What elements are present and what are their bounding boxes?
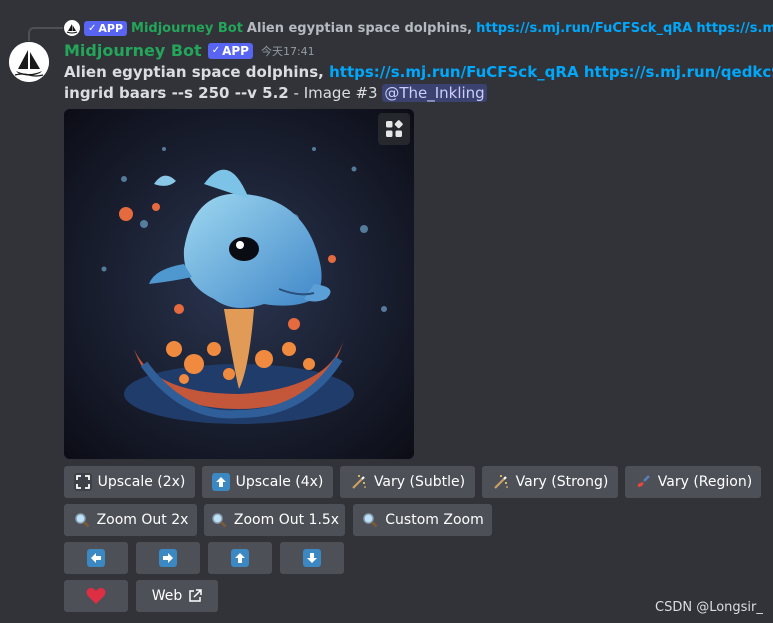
watermark: CSDN @Longsir_ — [655, 600, 763, 615]
vary-subtle-label: Vary (Subtle) — [373, 474, 466, 490]
message-content: Alien egyptian space dolphins, https://s… — [64, 62, 773, 104]
zoom-out-2x-button[interactable]: Zoom Out 2x — [64, 504, 197, 536]
web-link-button[interactable]: Web — [136, 580, 218, 612]
upscale-4x-label: Upscale (4x) — [235, 474, 324, 490]
upscale-4x-button[interactable]: Upscale (4x) — [202, 466, 333, 498]
message-header: Midjourney Bot ✓ APP 今天17:41 — [64, 41, 315, 60]
reply-avatar — [64, 20, 80, 36]
vary-strong-label: Vary (Strong) — [515, 474, 609, 490]
pan-up-button[interactable] — [208, 542, 272, 574]
zoom-out-1-5x-button[interactable]: Zoom Out 1.5x — [204, 504, 345, 536]
reply-app-badge: ✓ APP — [84, 20, 128, 36]
down-arrow-icon — [303, 549, 321, 567]
image-index: - Image #3 — [288, 84, 383, 102]
up-arrow-icon — [231, 549, 249, 567]
vary-region-button[interactable]: Vary (Region) — [625, 466, 761, 498]
magnifier-icon — [73, 511, 91, 529]
magnifier-icon — [361, 511, 379, 529]
upscale-2x-label: Upscale (2x) — [97, 474, 186, 490]
custom-zoom-button[interactable]: Custom Zoom — [353, 504, 492, 536]
reply-bot-name[interactable]: Midjourney Bot — [131, 21, 243, 36]
paintbrush-icon — [634, 473, 652, 491]
app-launcher-icon — [386, 120, 403, 137]
message-line-2: ingrid baars --s 250 --v 5.2 - Image #3 … — [64, 83, 773, 104]
vary-strong-button[interactable]: Vary (Strong) — [482, 466, 618, 498]
magnifier-icon — [210, 511, 228, 529]
expand-corners-icon — [73, 473, 92, 491]
favorite-button[interactable] — [64, 580, 128, 612]
zoom-out-1-5x-label: Zoom Out 1.5x — [233, 512, 340, 528]
image-context-button[interactable] — [378, 113, 410, 145]
custom-zoom-label: Custom Zoom — [385, 512, 484, 528]
message-line-1: Alien egyptian space dolphins, https://s… — [64, 62, 773, 83]
bot-avatar[interactable] — [9, 42, 49, 82]
reply-content: Alien egyptian space dolphins, — [246, 20, 473, 36]
sailboat-logo-icon — [9, 42, 49, 82]
external-link-icon — [189, 589, 203, 602]
reply-link-1[interactable]: https://s.mj.run/FuCFSck_qRA — [476, 21, 692, 36]
magic-wand-icon — [350, 473, 368, 491]
reply-preview[interactable]: ✓ APP Midjourney Bot Alien egyptian space… — [64, 18, 773, 38]
left-arrow-icon — [87, 549, 105, 567]
heart-icon — [86, 587, 106, 604]
pan-right-button[interactable] — [136, 542, 200, 574]
prompt-text: Alien egyptian space dolphins, — [64, 63, 324, 81]
prompt-link-1[interactable]: https://s.mj.run/FuCFSck_qRA — [329, 63, 578, 81]
dolphin-artwork — [64, 109, 414, 459]
magic-wand-icon — [492, 473, 510, 491]
prompt-params: ingrid baars --s 250 --v 5.2 — [64, 84, 289, 102]
zoom-out-2x-label: Zoom Out 2x — [96, 512, 189, 528]
upscale-2x-button[interactable]: Upscale (2x) — [64, 466, 195, 498]
pan-down-button[interactable] — [280, 542, 344, 574]
right-arrow-icon — [159, 549, 177, 567]
prompt-link-2[interactable]: https://s.mj.run/qedkc9MzYml — [584, 63, 773, 81]
author-name[interactable]: Midjourney Bot — [64, 41, 202, 60]
web-label: Web — [151, 588, 183, 604]
vary-subtle-button[interactable]: Vary (Subtle) — [340, 466, 475, 498]
reply-connector — [28, 27, 63, 41]
up-arrow-box-icon — [211, 473, 230, 491]
timestamp: 今天17:41 — [260, 44, 315, 58]
reply-link-2[interactable]: https://s.mj.run/qedkc9MzYml — [696, 21, 773, 36]
user-mention[interactable]: @The_Inkling — [382, 84, 487, 102]
vary-region-label: Vary (Region) — [657, 474, 753, 490]
generated-image[interactable] — [64, 109, 414, 459]
pan-left-button[interactable] — [64, 542, 128, 574]
app-badge: ✓ APP — [207, 42, 253, 59]
